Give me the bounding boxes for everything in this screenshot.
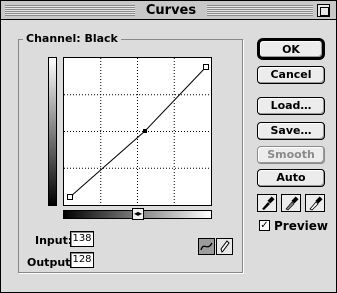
curves-dialog: Curves Channel: Black ◂▸ Input: 138 Outp… [0, 0, 337, 293]
pencil-tool-glyph [220, 240, 230, 253]
curve-tool-icon[interactable] [198, 238, 215, 255]
smooth-button[interactable]: Smooth [257, 146, 325, 164]
curve-point-end [203, 64, 209, 70]
pencil-tool-icon[interactable] [216, 238, 233, 255]
black-eyedropper-icon[interactable] [257, 194, 277, 212]
preview-label: Preview [274, 219, 329, 233]
window-title: Curves [140, 2, 202, 19]
input-label: Input: [35, 234, 73, 247]
input-value-field[interactable]: 138 [70, 231, 94, 247]
title-bar-stripes-right [207, 5, 313, 16]
title-bar[interactable]: Curves [1, 1, 336, 20]
white-eyedropper-glyph [309, 196, 323, 211]
zoom-box-icon[interactable] [317, 4, 330, 17]
preview-checkbox[interactable]: ✓ [259, 220, 270, 231]
load-button[interactable]: Load… [257, 97, 325, 115]
title-bar-stripes-left [5, 5, 135, 16]
output-value-field[interactable]: 128 [70, 252, 94, 268]
channel-label[interactable]: Channel: Black [23, 32, 121, 45]
auto-button[interactable]: Auto [257, 169, 325, 187]
save-button[interactable]: Save… [257, 122, 325, 140]
white-eyedropper-icon[interactable] [305, 194, 325, 212]
curve-point-mid [143, 129, 147, 133]
gray-eyedropper-glyph [285, 196, 299, 211]
curve-tool-glyph [200, 242, 213, 251]
output-gradient-bar [48, 57, 57, 206]
curve-graph[interactable] [63, 57, 212, 206]
ok-button[interactable]: OK [257, 38, 325, 60]
gray-eyedropper-icon[interactable] [281, 194, 301, 212]
curve-line [69, 66, 207, 198]
curve-point-start [67, 194, 73, 200]
output-label: Output: [27, 256, 75, 269]
black-eyedropper-glyph [262, 196, 275, 210]
gradient-toggle-icon[interactable]: ◂▸ [132, 208, 144, 220]
cancel-button[interactable]: Cancel [257, 66, 325, 84]
